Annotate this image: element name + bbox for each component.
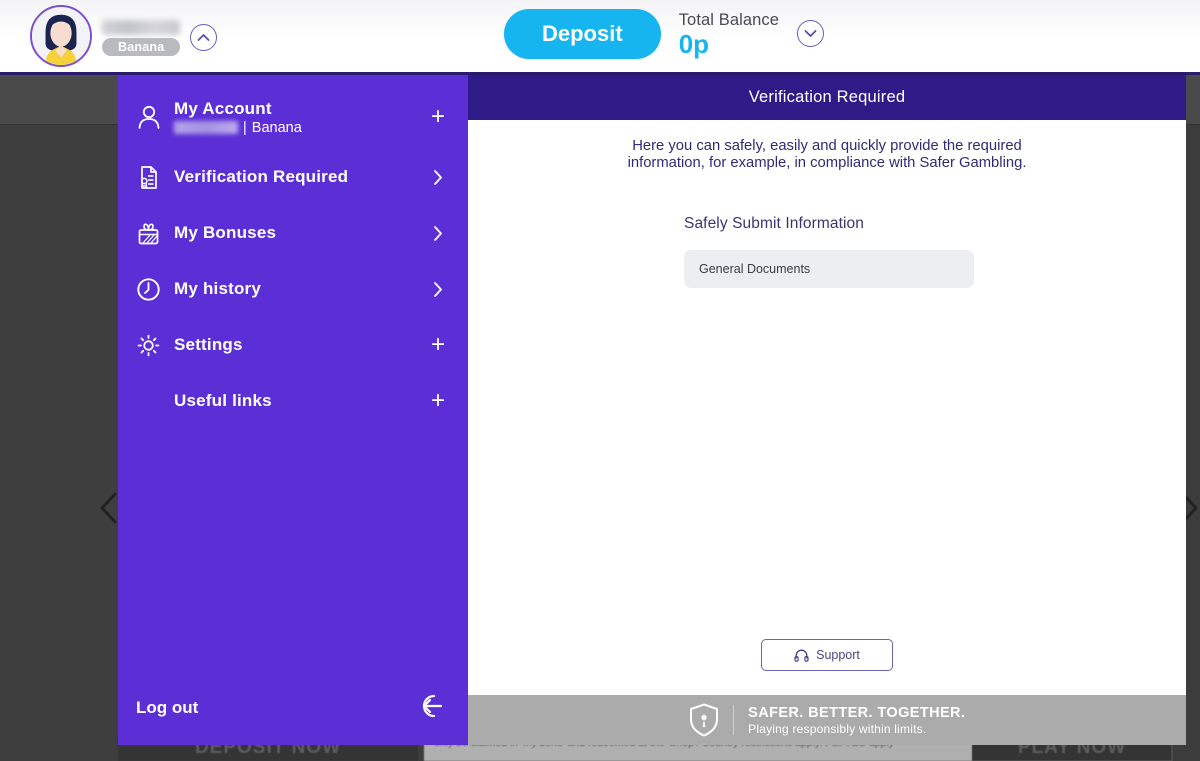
submit-section-title: Safely Submit Information: [684, 214, 864, 232]
account-tier: Banana: [251, 119, 302, 136]
sidebar-item-label: Useful links: [174, 391, 272, 410]
sidebar-item-useful-links[interactable]: Useful links +: [118, 373, 468, 429]
clock-icon: [136, 277, 170, 302]
submit-information-section: Safely Submit Information General Docume…: [468, 215, 1186, 288]
sidebar-item-my-account[interactable]: My Account | Banana +: [118, 85, 468, 149]
support-label: Support: [816, 648, 860, 662]
username-redacted: [102, 20, 180, 35]
user-tier-badge: Banana: [102, 38, 181, 56]
panel-intro-text: Here you can safely, easily and quickly …: [627, 138, 1027, 172]
account-separator: |: [243, 119, 247, 136]
my-account-text: My Account | Banana: [170, 99, 428, 136]
my-bonuses-text: My Bonuses: [170, 223, 428, 243]
document-category-general-documents[interactable]: General Documents: [684, 249, 974, 288]
sidebar-item-settings[interactable]: Settings +: [118, 317, 468, 373]
gear-icon: [136, 333, 170, 358]
panel-title: Verification Required: [468, 75, 1186, 120]
sidebar-item-my-bonuses[interactable]: My Bonuses: [118, 205, 468, 261]
shield-icon: [689, 703, 719, 737]
support-button[interactable]: Support: [761, 639, 893, 671]
support-area: Support: [468, 639, 1186, 671]
deposit-button[interactable]: Deposit: [504, 9, 661, 59]
sidebar-item-label: My history: [174, 279, 262, 298]
banner-subline: Playing responsibly within limits.: [748, 721, 927, 736]
avatar[interactable]: [30, 5, 92, 67]
balance-label: Total Balance: [678, 11, 780, 29]
menu-items: My Account | Banana + Verification Requi…: [118, 75, 468, 429]
expand-plus-icon[interactable]: +: [428, 389, 448, 413]
chevron-down-icon[interactable]: [797, 20, 825, 47]
banner-headline: SAFER. BETTER. TOGETHER.: [748, 704, 966, 721]
expand-plus-icon[interactable]: +: [428, 333, 448, 357]
document-badge-icon: [136, 165, 170, 190]
verification-required-text: Verification Required: [170, 167, 428, 187]
account-menu: My Account | Banana + Verification Requi…: [118, 75, 468, 745]
account-username-redacted: [174, 121, 238, 134]
user-summary: Banana: [30, 5, 218, 67]
expand-plus-icon[interactable]: +: [428, 105, 448, 129]
user-meta: Banana: [102, 16, 181, 56]
settings-text: Settings: [170, 335, 428, 355]
balance-block: Total Balance 0p: [679, 9, 779, 60]
logout-label: Log out: [136, 698, 199, 717]
logout-button[interactable]: Log out: [118, 679, 468, 737]
balance-value: 0p: [678, 29, 710, 59]
deposit-and-balance: Deposit Total Balance 0p: [504, 9, 825, 60]
gift-icon: [136, 221, 170, 246]
account-subline: | Banana: [174, 120, 428, 136]
chevron-right-icon[interactable]: [428, 281, 448, 298]
panel-body: Here you can safely, easily and quickly …: [468, 120, 1186, 695]
banner-text: SAFER. BETTER. TOGETHER. Playing respons…: [748, 705, 965, 736]
my-history-text: My history: [170, 279, 428, 299]
screen: DEPOSIT NOW only be claimed in 'my zone'…: [0, 0, 1200, 761]
sidebar-item-label: My Bonuses: [174, 223, 277, 242]
person-icon: [136, 104, 170, 130]
top-header-bar: Banana Deposit Total Balance 0p: [0, 0, 1200, 72]
logout-icon: [416, 693, 446, 724]
sidebar-item-my-history[interactable]: My history: [118, 261, 468, 317]
sidebar-item-label: Settings: [174, 335, 243, 354]
chevron-right-icon[interactable]: [428, 225, 448, 242]
chevron-left-icon[interactable]: [98, 489, 120, 527]
chevron-up-icon[interactable]: [190, 23, 218, 51]
banner-divider: [732, 705, 735, 735]
menu-spacer: [118, 429, 468, 679]
sidebar-item-label: My Account: [174, 98, 272, 118]
verification-panel: Verification Required Here you can safel…: [468, 75, 1186, 695]
sidebar-item-label: Verification Required: [174, 167, 349, 186]
chevron-right-icon[interactable]: [428, 169, 448, 186]
headset-icon: [794, 648, 809, 663]
sidebar-item-verification-required[interactable]: Verification Required: [118, 149, 468, 205]
useful-links-text: Useful links: [170, 391, 428, 411]
safer-gambling-banner: SAFER. BETTER. TOGETHER. Playing respons…: [468, 695, 1186, 745]
